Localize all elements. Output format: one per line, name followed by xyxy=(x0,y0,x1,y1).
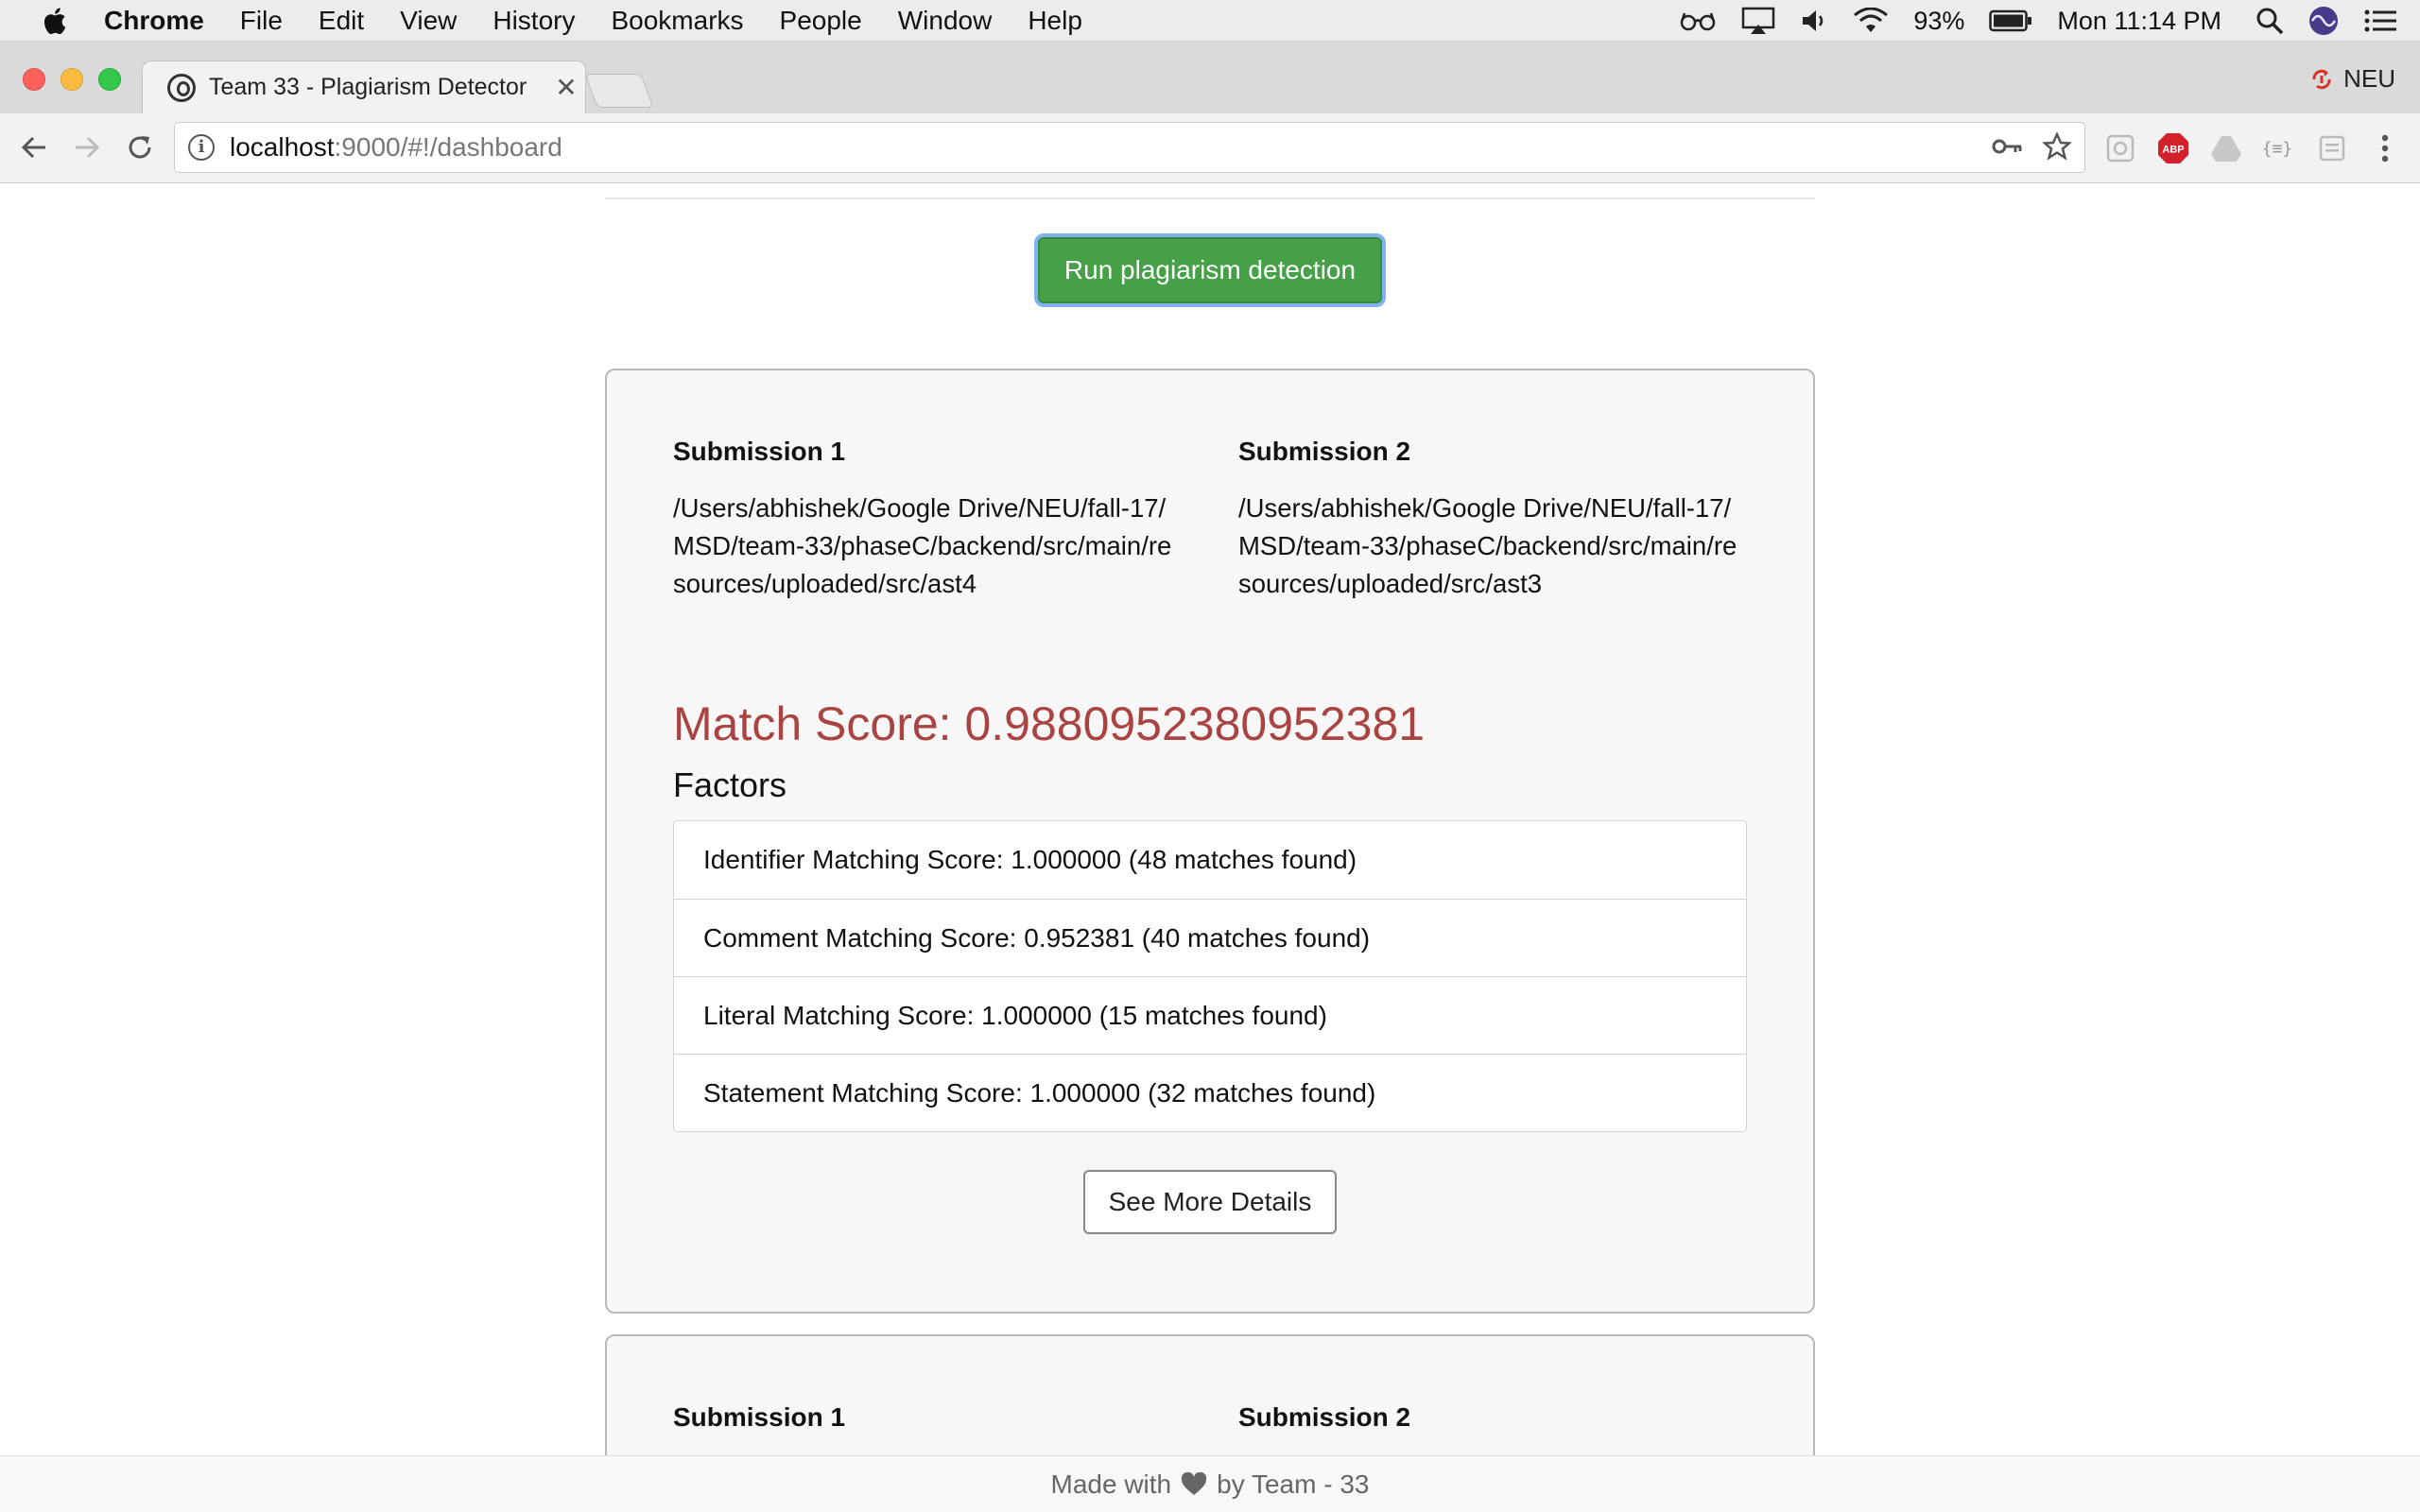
factors-list: Identifier Matching Score: 1.000000 (48 … xyxy=(673,820,1747,1132)
sync-paused-icon xyxy=(2312,69,2331,89)
arrow-left-icon xyxy=(21,136,45,159)
submission-1-label: Submission 1 xyxy=(673,1402,846,1432)
menubar-clock[interactable]: Mon 11:14 PM xyxy=(2057,7,2221,36)
url-path: :9000/#!/dashboard xyxy=(334,132,562,162)
factor-statement: Statement Matching Score: 1.000000 (32 m… xyxy=(674,1054,1746,1131)
result-card: Submission 1 Submission 2 xyxy=(605,1334,1815,1455)
url-host: localhost xyxy=(230,132,335,162)
bookmark-star-icon[interactable] xyxy=(2043,132,2071,161)
menu-view[interactable]: View xyxy=(400,6,457,36)
factor-comment: Comment Matching Score: 0.952381 (40 mat… xyxy=(674,899,1746,976)
factor-identifier: Identifier Matching Score: 1.000000 (48 … xyxy=(703,845,1357,874)
battery-icon[interactable] xyxy=(1989,9,2032,32)
browser-tab-strip: Team 33 - Plagiarism Detector ✕ NEU xyxy=(0,42,2420,113)
profile-name: NEU xyxy=(2343,64,2395,93)
submission-1-label: Submission 1 xyxy=(673,437,846,466)
back-button[interactable] xyxy=(15,129,53,166)
glasses-icon[interactable] xyxy=(1679,9,1717,32)
window-minimize-button[interactable] xyxy=(60,68,83,91)
see-more-details-button[interactable]: See More Details xyxy=(1083,1170,1337,1234)
heart-icon xyxy=(1181,1471,1207,1497)
submission-2-label: Submission 2 xyxy=(1238,437,1411,466)
submission-2-path: /Users/abhishek/Google Drive/NEU/fall-17… xyxy=(1238,493,1737,598)
submission-2: Submission 2 /Users/abhishek/Google Driv… xyxy=(1238,437,1749,603)
menubar-status-area: 93% Mon 11:14 PM xyxy=(1679,0,2420,42)
submission-2-label: Submission 2 xyxy=(1238,1402,1411,1432)
address-bar-actions xyxy=(1992,132,2071,161)
site-info-icon[interactable]: i xyxy=(188,134,215,161)
extension-puzzle-icon[interactable] xyxy=(2102,130,2138,166)
page-viewport: Run plagiarism detection Submission 1 /U… xyxy=(0,184,2420,1455)
volume-icon[interactable] xyxy=(1800,8,1828,34)
key-icon[interactable] xyxy=(1992,136,2024,157)
menu-history[interactable]: History xyxy=(493,6,575,36)
factor-literal: Literal Matching Score: 1.000000 (15 mat… xyxy=(674,976,1746,1054)
macos-menubar: Chrome File Edit View History Bookmarks … xyxy=(0,0,2420,42)
json-viewer-icon[interactable]: {≡} xyxy=(2259,130,2295,166)
reader-extension-icon[interactable] xyxy=(2314,130,2350,166)
wifi-icon[interactable] xyxy=(1853,8,1889,34)
new-tab-button[interactable] xyxy=(584,74,654,108)
menu-help[interactable]: Help xyxy=(1028,6,1082,36)
window-zoom-button[interactable] xyxy=(98,68,121,91)
submission-1: Submission 1 /Users/abhishek/Google Driv… xyxy=(673,437,1184,603)
factors-heading: Factors xyxy=(673,765,787,804)
tab-close-icon[interactable]: ✕ xyxy=(547,72,585,103)
match-score: Match Score: 0.9880952380952381 xyxy=(673,697,1426,750)
result-card: Submission 1 /Users/abhishek/Google Driv… xyxy=(605,369,1815,1314)
site-favicon-icon xyxy=(167,73,196,102)
tab-title: Team 33 - Plagiarism Detector xyxy=(209,74,527,100)
browser-toolbar: i localhost:9000/#!/dashboard ABP {≡} xyxy=(0,113,2420,183)
menu-edit[interactable]: Edit xyxy=(319,6,364,36)
menu-bookmarks[interactable]: Bookmarks xyxy=(611,6,743,36)
notification-center-icon[interactable] xyxy=(2363,8,2397,34)
arrow-right-icon xyxy=(76,136,100,159)
browser-tab-active[interactable]: Team 33 - Plagiarism Detector ✕ xyxy=(142,60,586,113)
menu-file[interactable]: File xyxy=(240,6,283,36)
spotlight-icon[interactable] xyxy=(2256,7,2284,35)
reload-icon xyxy=(129,136,151,159)
apple-menu-icon[interactable] xyxy=(40,6,68,36)
menu-app-chrome[interactable]: Chrome xyxy=(104,6,204,36)
chrome-menu-icon[interactable] xyxy=(2367,130,2403,166)
menu-people[interactable]: People xyxy=(780,6,862,36)
forward-button[interactable] xyxy=(68,129,106,166)
submission-2: Submission 2 xyxy=(1238,1402,1749,1433)
section-divider xyxy=(605,198,1815,199)
adblock-plus-icon[interactable]: ABP xyxy=(2155,130,2191,166)
window-close-button[interactable] xyxy=(23,68,45,91)
svg-text:{≡}: {≡} xyxy=(2262,139,2293,159)
footer-text-before: Made with xyxy=(1050,1469,1172,1499)
address-bar[interactable]: i localhost:9000/#!/dashboard xyxy=(174,122,2085,173)
page-footer: Made with by Team - 33 xyxy=(0,1455,2420,1512)
svg-text:ABP: ABP xyxy=(2162,145,2184,156)
run-plagiarism-detection-button[interactable]: Run plagiarism detection xyxy=(1038,237,1382,303)
reload-button[interactable] xyxy=(121,129,159,166)
submission-1-path: /Users/abhishek/Google Drive/NEU/fall-17… xyxy=(673,493,1172,598)
battery-percent: 93% xyxy=(1913,6,1965,35)
siri-icon[interactable] xyxy=(2308,6,2339,36)
profile-button[interactable]: NEU xyxy=(2309,64,2395,94)
submission-1: Submission 1 xyxy=(673,1402,1184,1433)
footer-text-after: by Team - 33 xyxy=(1217,1469,1370,1499)
menu-window[interactable]: Window xyxy=(898,6,993,36)
google-drive-icon[interactable] xyxy=(2208,130,2244,166)
airplay-icon[interactable] xyxy=(1741,7,1775,35)
